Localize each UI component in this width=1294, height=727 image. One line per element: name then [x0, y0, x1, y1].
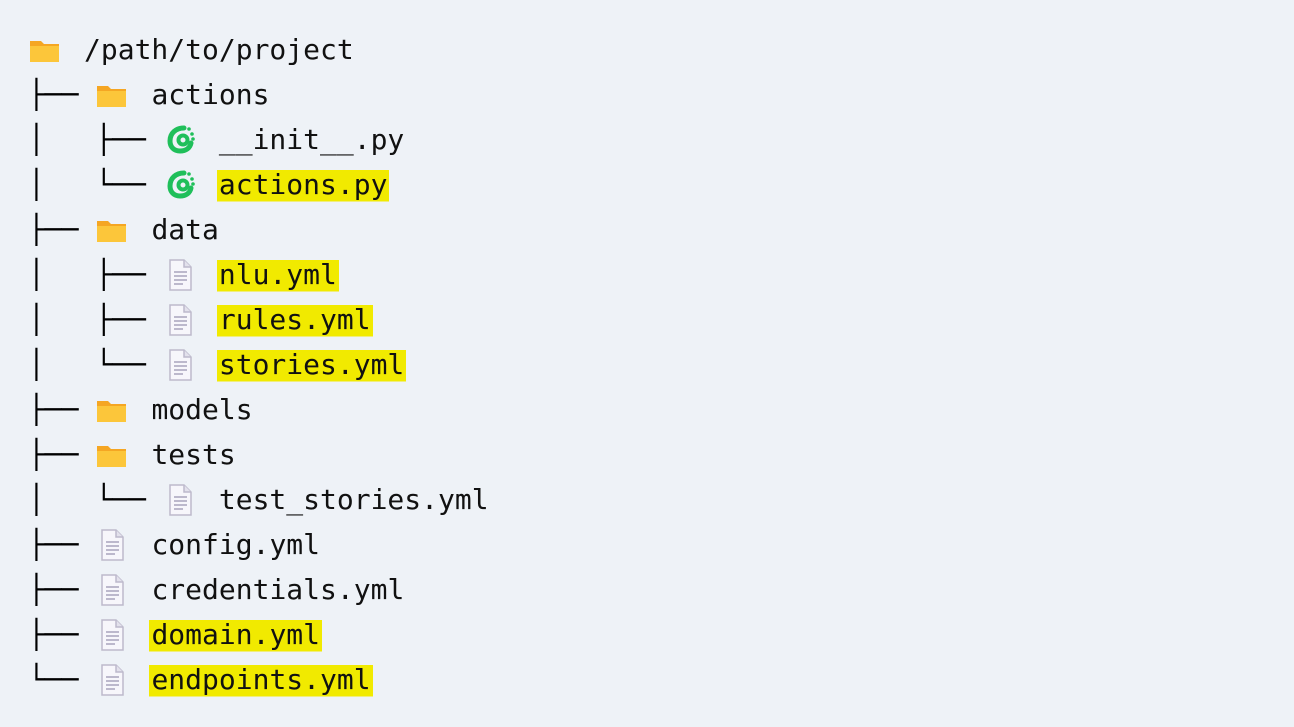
tree-item-tests[interactable]: ├── tests	[28, 432, 489, 477]
tree-connector: │ ├──	[28, 123, 163, 156]
tree-item-credentials-yml[interactable]: ├── credentials.yml	[28, 567, 489, 612]
highlighted-file-label: domain.yml	[149, 612, 323, 657]
document-icon	[163, 348, 197, 382]
document-icon	[163, 483, 197, 517]
item-label: data	[151, 213, 219, 246]
tree-connector: ├──	[28, 213, 96, 246]
highlighted-file-label: endpoints.yml	[149, 657, 373, 702]
tree-item-domain-yml[interactable]: ├── domain.yml	[28, 612, 489, 657]
tree-item-rules-yml[interactable]: │ ├── rules.yml	[28, 297, 489, 342]
folder-icon	[95, 393, 129, 427]
tree-connector: │ ├──	[28, 258, 163, 291]
file-tree: /path/to/project ├── actions │ ├── __init…	[28, 27, 489, 702]
highlighted-file-label: actions.py	[216, 162, 390, 207]
tree-connector: │ ├──	[28, 303, 163, 336]
tree-connector: ├──	[28, 618, 96, 651]
item-label: credentials.yml	[151, 573, 405, 606]
folder-icon	[95, 213, 129, 247]
item-label: __init__.py	[218, 123, 405, 156]
tree-connector: ├──	[28, 573, 96, 606]
highlighted-file-label: nlu.yml	[216, 252, 339, 297]
tree-item-actions-py[interactable]: │ └── actions.py	[28, 162, 489, 207]
tree-item-actions[interactable]: ├── actions	[28, 72, 489, 117]
tree-item-data[interactable]: ├── data	[28, 207, 489, 252]
item-label: models	[151, 393, 253, 426]
tree-item-models[interactable]: ├── models	[28, 387, 489, 432]
tree-connector: ├──	[28, 438, 96, 471]
tree-item-test-stories-yml[interactable]: │ └── test_stories.yml	[28, 477, 489, 522]
item-label: tests	[151, 438, 236, 471]
tree-connector: │ └──	[28, 348, 163, 381]
item-label: test_stories.yml	[218, 483, 489, 516]
item-label: config.yml	[151, 528, 321, 561]
python-file-icon	[163, 123, 197, 157]
tree-connector: ├──	[28, 78, 96, 111]
folder-icon	[95, 438, 129, 472]
document-icon	[95, 663, 129, 697]
tree-connector: └──	[28, 663, 96, 696]
document-icon	[95, 528, 129, 562]
document-icon	[163, 303, 197, 337]
document-icon	[95, 618, 129, 652]
tree-root[interactable]: /path/to/project	[28, 27, 489, 72]
tree-connector: │ └──	[28, 483, 163, 516]
document-icon	[163, 258, 197, 292]
highlighted-file-label: rules.yml	[216, 297, 373, 342]
folder-icon	[28, 33, 62, 67]
tree-connector: │ └──	[28, 168, 163, 201]
tree-connector: ├──	[28, 393, 96, 426]
highlighted-file-label: stories.yml	[216, 342, 407, 387]
python-file-icon	[163, 168, 197, 202]
tree-item-endpoints-yml[interactable]: └── endpoints.yml	[28, 657, 489, 702]
folder-icon	[95, 78, 129, 112]
tree-item-nlu-yml[interactable]: │ ├── nlu.yml	[28, 252, 489, 297]
tree-item-stories-yml[interactable]: │ └── stories.yml	[28, 342, 489, 387]
item-label: actions	[151, 78, 270, 111]
tree-item-config-yml[interactable]: ├── config.yml	[28, 522, 489, 567]
root-path-label: /path/to/project	[84, 33, 354, 66]
tree-item-init-py[interactable]: │ ├── __init__.py	[28, 117, 489, 162]
document-icon	[95, 573, 129, 607]
tree-connector: ├──	[28, 528, 96, 561]
